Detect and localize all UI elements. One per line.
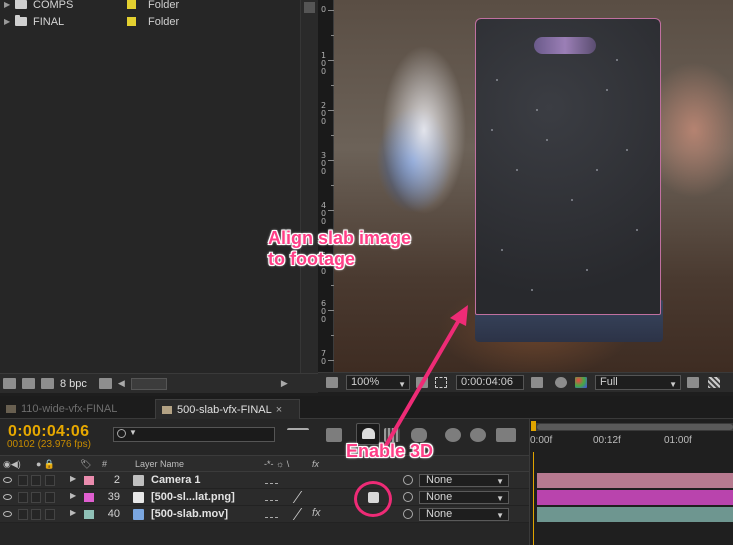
annotation-arrow-line	[383, 318, 461, 449]
annotation-highlight-circle	[354, 481, 392, 517]
annotation-arrow-overlay	[383, 305, 468, 449]
annotation-align-slab: Align slab image to footage	[268, 228, 412, 269]
annotation-enable-3d: Enable 3D	[346, 441, 434, 461]
